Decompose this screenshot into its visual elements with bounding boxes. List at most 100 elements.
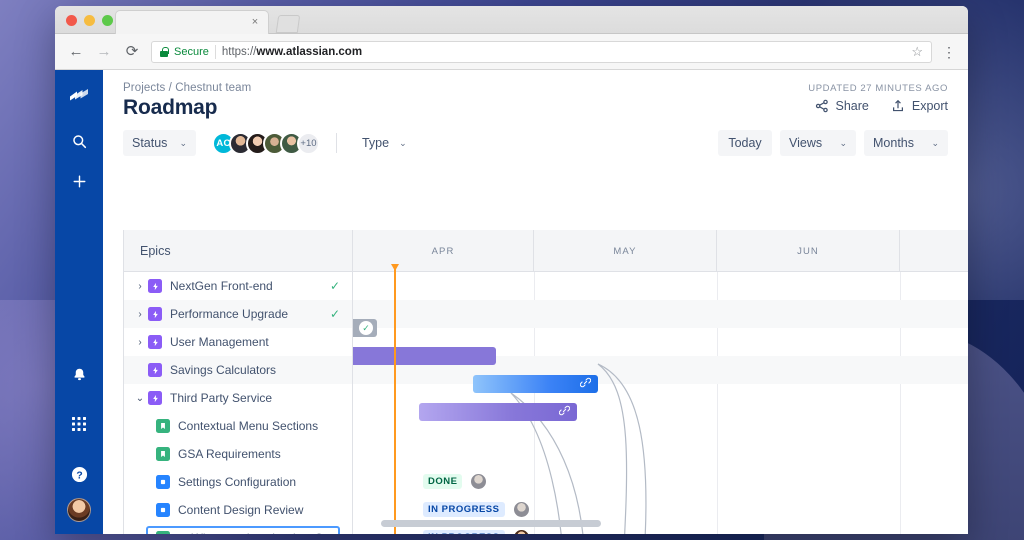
browser-menu-icon[interactable]: ⋮	[942, 48, 956, 56]
create-issue-placeholder: What needs to be done?	[192, 531, 323, 534]
avatar[interactable]	[514, 502, 529, 517]
story-icon[interactable]	[156, 531, 170, 534]
table-row[interactable]: ⌄ Third Party Service	[124, 384, 352, 412]
url-scheme: https://	[222, 46, 257, 58]
browser-window: × ← → ⟳ Secure https://www.atlassian.com…	[55, 6, 968, 534]
url-text: https://www.atlassian.com	[222, 46, 362, 58]
search-icon[interactable]	[65, 127, 93, 155]
updated-timestamp: UPDATED 27 MINUTES AGO	[808, 83, 948, 94]
type-filter[interactable]: Type ⌄	[353, 130, 416, 156]
window-controls[interactable]	[66, 15, 113, 26]
epics-column-header: Epics	[124, 230, 352, 272]
month-column-header: MAY	[534, 230, 717, 272]
app-switcher-icon[interactable]	[65, 410, 93, 438]
months-dropdown[interactable]: Months ⌄	[864, 130, 948, 156]
forward-icon[interactable]: →	[95, 43, 113, 61]
filter-bar: Status ⌄ AC +10 Type ⌄	[103, 120, 968, 156]
row-label: NextGen Front-end	[170, 279, 273, 293]
type-filter-label: Type	[362, 136, 389, 150]
timeline-row	[353, 272, 968, 300]
chevron-down-icon: ⌄	[399, 138, 407, 149]
list-item[interactable]: Settings Configuration	[124, 468, 352, 496]
today-marker	[394, 264, 396, 534]
avatar[interactable]	[471, 474, 486, 489]
epics-column: Epics › NextGen Front-end ✓ › Performanc…	[123, 230, 353, 534]
horizontal-scrollbar[interactable]	[381, 520, 601, 527]
epic-icon	[148, 391, 162, 405]
list-item[interactable]: Contextual Menu Sections	[124, 412, 352, 440]
timeline-bar[interactable]	[473, 375, 598, 393]
avatar-group[interactable]: AC +10	[212, 132, 320, 155]
profile-avatar[interactable]	[67, 498, 91, 522]
view-controls: Today Views ⌄ Months ⌄	[718, 130, 948, 156]
create-issue-row[interactable]: ⌄ What needs to be done?	[124, 524, 352, 534]
chevron-down-icon: ⌄	[839, 138, 847, 149]
expand-toggle[interactable]: ›	[132, 337, 148, 348]
story-icon	[156, 419, 170, 433]
list-item[interactable]: Content Design Review	[124, 496, 352, 524]
bookmark-star-icon[interactable]: ☆	[911, 44, 923, 60]
epic-icon	[148, 335, 162, 349]
browser-toolbar: ← → ⟳ Secure https://www.atlassian.com ☆…	[55, 34, 968, 70]
today-button[interactable]: Today	[718, 130, 772, 156]
share-label: Share	[836, 99, 869, 113]
task-icon	[156, 503, 170, 517]
row-label: User Management	[170, 335, 269, 349]
lock-icon	[160, 47, 168, 57]
row-label: GSA Requirements	[178, 447, 281, 461]
list-item[interactable]: GSA Requirements	[124, 440, 352, 468]
month-column-header: JUN	[717, 230, 900, 272]
jira-logo[interactable]	[68, 88, 90, 115]
table-row[interactable]: › Performance Upgrade ✓	[124, 300, 352, 328]
timeline-bar[interactable]	[419, 403, 577, 421]
reload-icon[interactable]: ⟳	[123, 43, 141, 61]
status-badge: DONE	[423, 474, 462, 489]
address-bar[interactable]: Secure https://www.atlassian.com ☆	[151, 41, 932, 63]
done-check-icon: ✓	[359, 321, 373, 335]
row-label: Performance Upgrade	[170, 307, 288, 321]
dependency-link-icon[interactable]	[559, 405, 570, 419]
expand-toggle[interactable]: ›	[132, 309, 148, 320]
table-row[interactable]: Savings Calculators	[124, 356, 352, 384]
svg-text:?: ?	[76, 470, 82, 481]
create-issue-input[interactable]: ⌄ What needs to be done?	[146, 526, 340, 534]
global-nav-rail: ?	[55, 70, 103, 534]
new-tab-button[interactable]	[276, 15, 301, 33]
month-column-header	[900, 230, 968, 272]
minimize-window-button[interactable]	[84, 15, 95, 26]
done-check-icon: ✓	[330, 307, 340, 321]
timeline-bar[interactable]: ✓	[353, 319, 377, 337]
jira-app: ? Projects / Chestnut team Roadmap UPDAT…	[55, 70, 968, 534]
child-status-row: IN PROGRESS	[423, 530, 529, 534]
create-icon[interactable]	[65, 167, 93, 195]
share-button[interactable]: Share	[815, 99, 869, 113]
status-badge: IN PROGRESS	[423, 530, 505, 534]
close-window-button[interactable]	[66, 15, 77, 26]
table-row[interactable]: › User Management	[124, 328, 352, 356]
export-label: Export	[912, 99, 948, 113]
browser-tab[interactable]: ×	[115, 10, 269, 34]
epic-icon	[148, 307, 162, 321]
back-icon[interactable]: ←	[67, 43, 85, 61]
maximize-window-button[interactable]	[102, 15, 113, 26]
dependency-link-icon[interactable]	[580, 377, 591, 391]
timeline-bar[interactable]	[353, 347, 496, 365]
timeline-panel[interactable]: APR MAY JUN	[353, 230, 968, 534]
avatar-overflow-count[interactable]: +10	[297, 132, 320, 155]
notifications-icon[interactable]	[65, 360, 93, 388]
done-check-icon: ✓	[330, 279, 340, 293]
child-status-row: IN PROGRESS	[423, 502, 529, 517]
export-icon	[891, 99, 905, 113]
avatar[interactable]	[514, 530, 529, 534]
expand-toggle[interactable]: ›	[132, 281, 148, 292]
issue-type-chevron-down-icon[interactable]: ⌄	[178, 533, 186, 535]
close-tab-icon[interactable]: ×	[249, 16, 261, 28]
omnibox-divider	[215, 45, 216, 59]
table-row[interactable]: › NextGen Front-end ✓	[124, 272, 352, 300]
months-label: Months	[873, 136, 914, 150]
export-button[interactable]: Export	[891, 99, 948, 113]
status-filter[interactable]: Status ⌄	[123, 130, 196, 156]
help-icon[interactable]: ?	[65, 460, 93, 488]
collapse-toggle[interactable]: ⌄	[132, 393, 148, 404]
views-dropdown[interactable]: Views ⌄	[780, 130, 856, 156]
